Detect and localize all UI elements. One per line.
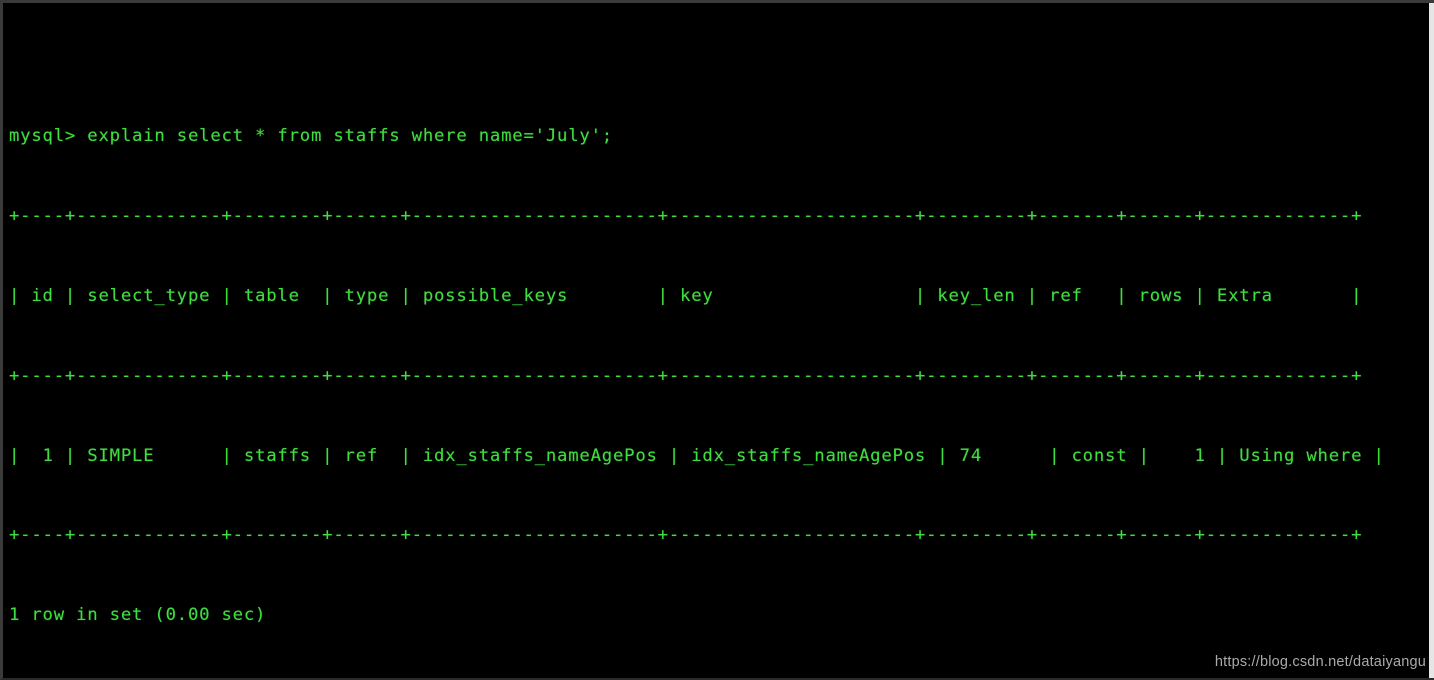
terminal-output-area[interactable]: mysql> explain select * from staffs wher… — [3, 3, 1434, 678]
status-line: 1 row in set (0.00 sec) — [9, 605, 267, 626]
window-right-edge — [1429, 3, 1434, 678]
watermark-url: https://blog.csdn.net/dataiyangu — [1214, 654, 1426, 670]
table-rule-mid: +----+-------------+--------+------+----… — [9, 365, 1363, 386]
terminal-window[interactable]: mysql> explain select * from staffs wher… — [0, 0, 1434, 680]
table-rule-bottom: +----+-------------+--------+------+----… — [9, 525, 1363, 546]
command-line: mysql> explain select * from staffs wher… — [9, 126, 613, 147]
table-data-row: | 1 | SIMPLE | staffs | ref | idx_staffs… — [9, 445, 1385, 466]
table-header-row: | id | select_type | table | type | poss… — [9, 285, 1363, 306]
table-rule-top: +----+-------------+--------+------+----… — [9, 206, 1363, 227]
